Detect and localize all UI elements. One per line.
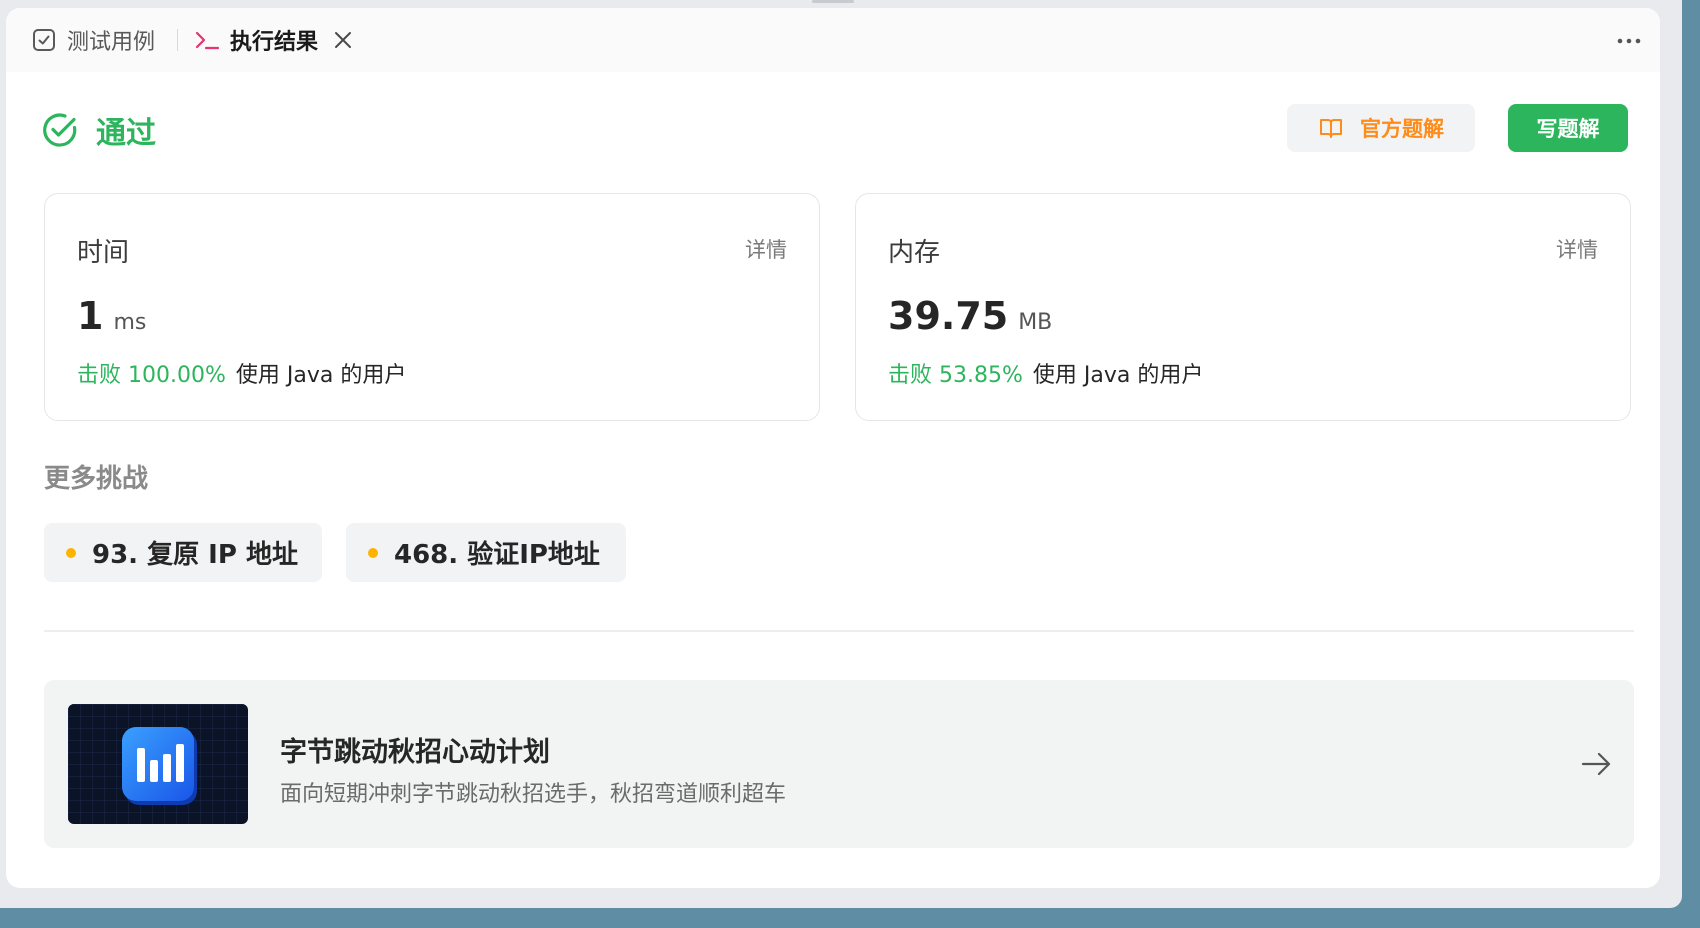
time-detail-link[interactable]: 详情 bbox=[745, 234, 787, 264]
drag-handle[interactable] bbox=[812, 0, 854, 3]
promo-title: 字节跳动秋招心动计划 bbox=[280, 737, 550, 768]
time-beat-suffix: 使用 Java 的用户 bbox=[235, 363, 407, 388]
time-beat: 击败 100.00% 使用 Java 的用户 bbox=[77, 357, 406, 389]
promo-card[interactable]: 字节跳动秋招心动计划 面向短期冲刺字节跳动秋招选手，秋招弯道顺利超车 bbox=[44, 680, 1634, 848]
memory-beat-percent: 击败 53.85% bbox=[888, 363, 1023, 388]
challenge-label: 468. 验证IP地址 bbox=[394, 540, 600, 570]
challenge-label: 93. 复原 IP 地址 bbox=[92, 540, 298, 570]
promo-thumbnail bbox=[68, 704, 248, 824]
time-value: 1 ms bbox=[77, 294, 146, 338]
tab-result-label: 执行结果 bbox=[230, 30, 319, 55]
more-challenges-title: 更多挑战 bbox=[44, 464, 149, 494]
tab-testcase[interactable]: 测试用例 bbox=[31, 8, 155, 72]
checkbox-icon bbox=[31, 27, 57, 53]
more-horizontal-icon[interactable] bbox=[1614, 26, 1644, 56]
check-circle-icon bbox=[41, 111, 79, 149]
arrow-right-icon[interactable] bbox=[1578, 746, 1614, 782]
tab-bar: 测试用例 执行结果 bbox=[6, 8, 1660, 72]
status-text: 通过 bbox=[96, 116, 156, 151]
official-solution-button[interactable]: 官方题解 bbox=[1287, 104, 1475, 152]
write-solution-button[interactable]: 写题解 bbox=[1508, 104, 1628, 152]
memory-beat-suffix: 使用 Java 的用户 bbox=[1032, 363, 1204, 388]
memory-detail-link[interactable]: 详情 bbox=[1556, 234, 1598, 264]
tab-separator bbox=[177, 29, 178, 51]
tab-result[interactable]: 执行结果 bbox=[194, 8, 354, 72]
challenge-chip[interactable]: 468. 验证IP地址 bbox=[346, 523, 626, 582]
status-row: 通过 bbox=[41, 108, 156, 152]
book-icon bbox=[1318, 115, 1344, 141]
official-solution-label: 官方题解 bbox=[1360, 117, 1444, 141]
memory-beat: 击败 53.85% 使用 Java 的用户 bbox=[888, 357, 1203, 389]
time-beat-percent: 击败 100.00% bbox=[77, 363, 226, 388]
time-card: 时间 详情 1 ms 击败 100.00% 使用 Java 的用户 bbox=[44, 193, 820, 421]
result-panel: 测试用例 执行结果 通过 官方题解 写题解 时间 详情 1 ms 击败 100.… bbox=[6, 8, 1660, 888]
time-number: 1 bbox=[77, 294, 104, 338]
memory-label: 内存 bbox=[888, 238, 941, 268]
section-divider bbox=[44, 630, 1634, 632]
time-unit: ms bbox=[113, 310, 147, 335]
time-label: 时间 bbox=[77, 238, 130, 268]
close-icon[interactable] bbox=[332, 29, 354, 51]
terminal-icon bbox=[194, 27, 220, 53]
challenge-chip[interactable]: 93. 复原 IP 地址 bbox=[44, 523, 322, 582]
memory-card: 内存 详情 39.75 MB 击败 53.85% 使用 Java 的用户 bbox=[855, 193, 1631, 421]
difficulty-dot bbox=[66, 547, 76, 558]
memory-number: 39.75 bbox=[888, 294, 1009, 338]
memory-unit: MB bbox=[1018, 310, 1053, 335]
tab-testcase-label: 测试用例 bbox=[67, 30, 156, 55]
promo-subtitle: 面向短期冲刺字节跳动秋招选手，秋招弯道顺利超车 bbox=[280, 782, 787, 807]
memory-value: 39.75 MB bbox=[888, 294, 1052, 338]
difficulty-dot bbox=[368, 547, 378, 558]
